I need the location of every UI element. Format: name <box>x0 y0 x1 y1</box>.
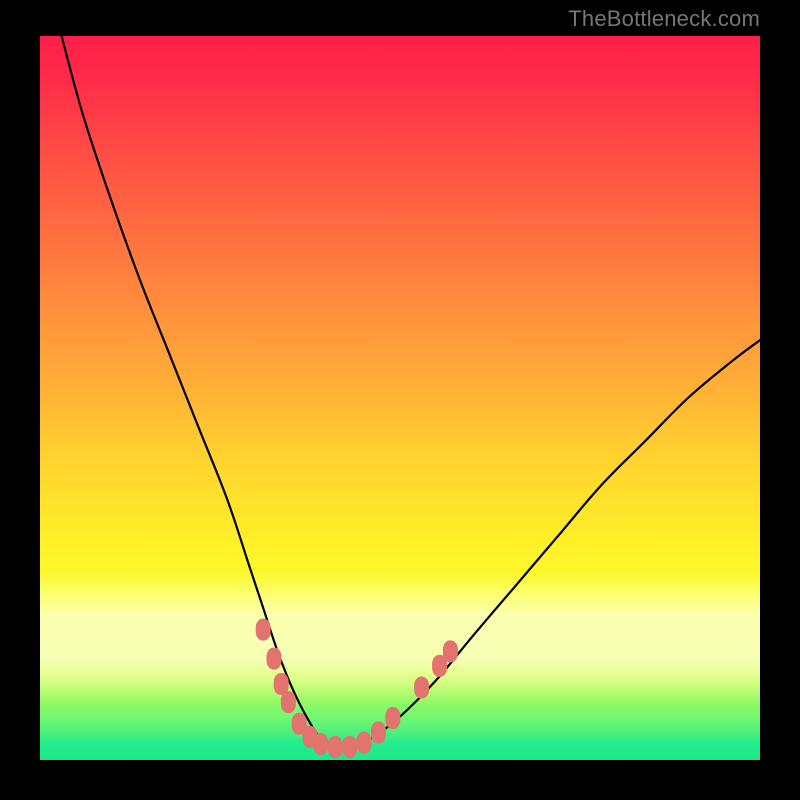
highlight-marker <box>385 707 400 729</box>
highlight-marker <box>357 732 372 754</box>
highlight-marker <box>313 733 328 755</box>
highlight-markers <box>256 619 458 758</box>
highlight-marker <box>414 677 429 699</box>
curve-layer <box>40 36 760 760</box>
highlight-marker <box>443 640 458 662</box>
plot-area <box>40 36 760 760</box>
highlight-marker <box>281 691 296 713</box>
watermark-text: TheBottleneck.com <box>568 6 760 32</box>
highlight-marker <box>256 619 271 641</box>
highlight-marker <box>342 736 357 758</box>
highlight-marker <box>371 721 386 743</box>
bottleneck-curve <box>62 36 760 746</box>
chart-frame: TheBottleneck.com <box>0 0 800 800</box>
highlight-marker <box>328 736 343 758</box>
highlight-marker <box>267 648 282 670</box>
